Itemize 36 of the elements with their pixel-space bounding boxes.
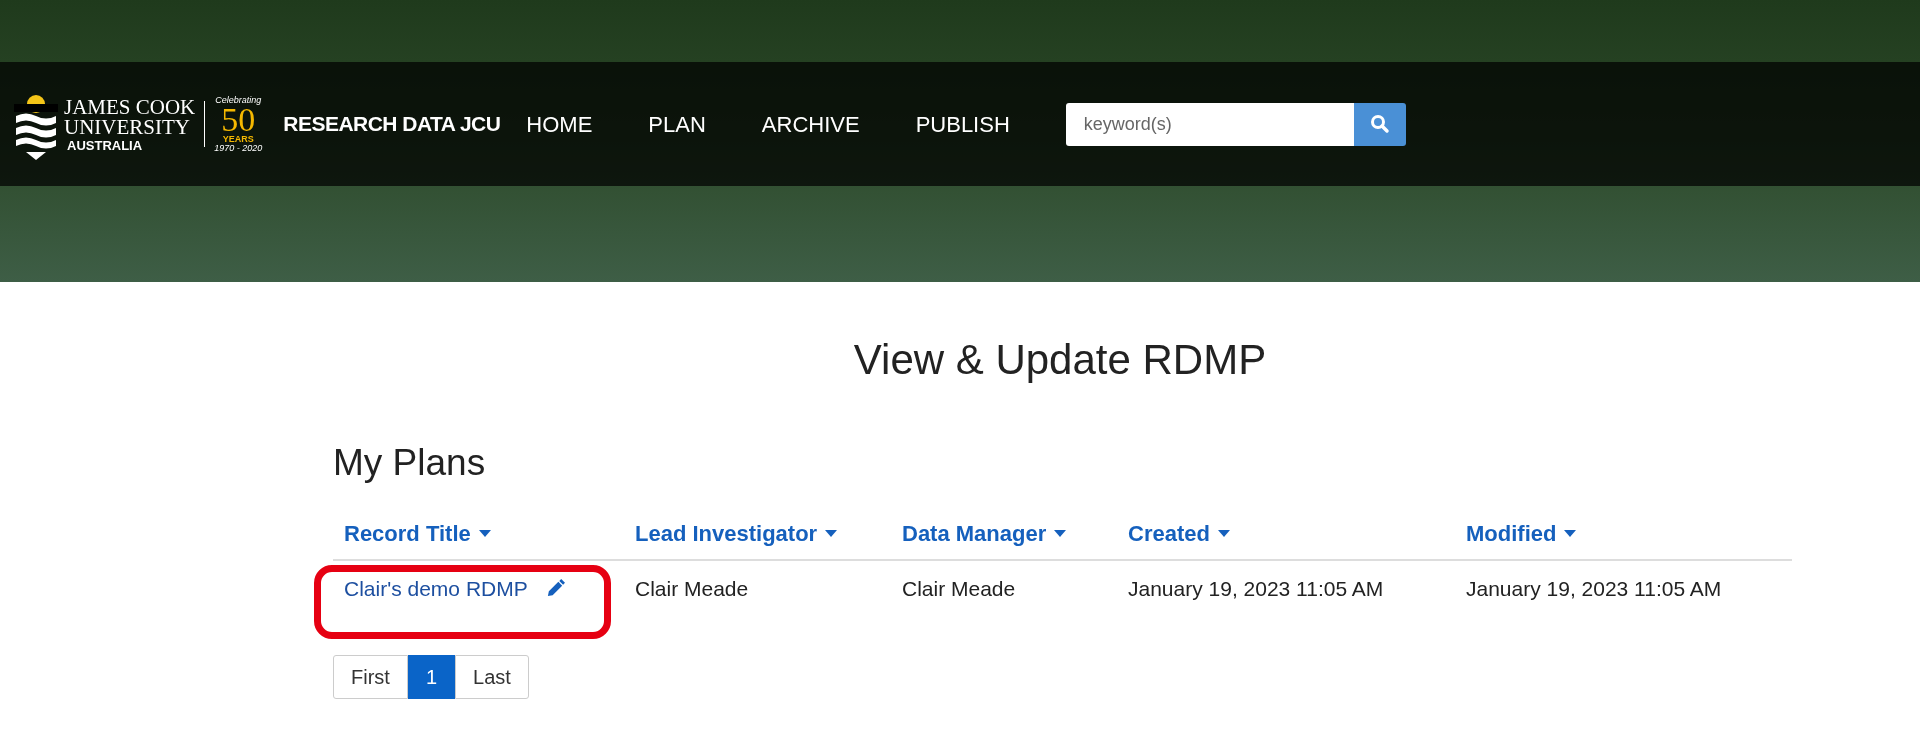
university-location: AUSTRALIA — [66, 138, 144, 152]
search-button[interactable] — [1353, 102, 1406, 146]
university-name: JAMES COOK — [64, 96, 196, 117]
page-title: View & Update RDMP — [852, 335, 1268, 385]
sort-caret-icon — [825, 529, 838, 537]
plan-title-link[interactable]: Clair's demo RDMP — [344, 572, 528, 605]
search-field[interactable]: keyword(s) — [1065, 102, 1354, 146]
column-header-link[interactable]: Lead Investigator — [635, 516, 818, 550]
section-title: My Plans — [333, 441, 487, 485]
column-header-link[interactable]: Modified — [1466, 516, 1557, 550]
sort-caret-icon — [478, 529, 491, 537]
pagination-button[interactable]: First — [333, 654, 408, 699]
table-cell-text: Clair Meade — [901, 575, 1017, 602]
table-cell-text: January 19, 2023 11:05 AM — [1465, 575, 1723, 602]
pagination-button[interactable]: 1 — [407, 654, 455, 699]
anniversary-dates: 1970 - 2020 — [214, 143, 263, 153]
pagination-button[interactable]: Last — [455, 654, 529, 699]
anniversary-number: 50 — [221, 104, 256, 135]
column-header-link[interactable]: Record Title — [344, 516, 471, 550]
table-cell-text: January 19, 2023 11:05 AM — [1127, 575, 1385, 602]
pencil-icon[interactable] — [545, 579, 565, 598]
sort-caret-icon — [1564, 529, 1577, 537]
sort-caret-icon — [1217, 529, 1230, 537]
sort-caret-icon — [1054, 529, 1067, 537]
nav-link[interactable]: PUBLISH — [915, 107, 1010, 141]
nav-link[interactable]: PLAN — [648, 107, 706, 141]
table-cell-text: Clair Meade — [634, 575, 750, 602]
column-header-link[interactable]: Data Manager — [902, 516, 1047, 550]
anniversary-caption: Celebrating — [215, 95, 262, 105]
search-icon — [1369, 114, 1390, 134]
nav-link[interactable]: ARCHIVE — [761, 107, 860, 141]
university-name: UNIVERSITY — [64, 116, 191, 137]
column-header-link[interactable]: Created — [1128, 516, 1210, 550]
anniversary-caption: YEARS — [222, 134, 254, 144]
nav-link[interactable]: HOME — [526, 107, 593, 141]
site-title-link[interactable]: RESEARCH DATA JCU — [283, 108, 501, 140]
